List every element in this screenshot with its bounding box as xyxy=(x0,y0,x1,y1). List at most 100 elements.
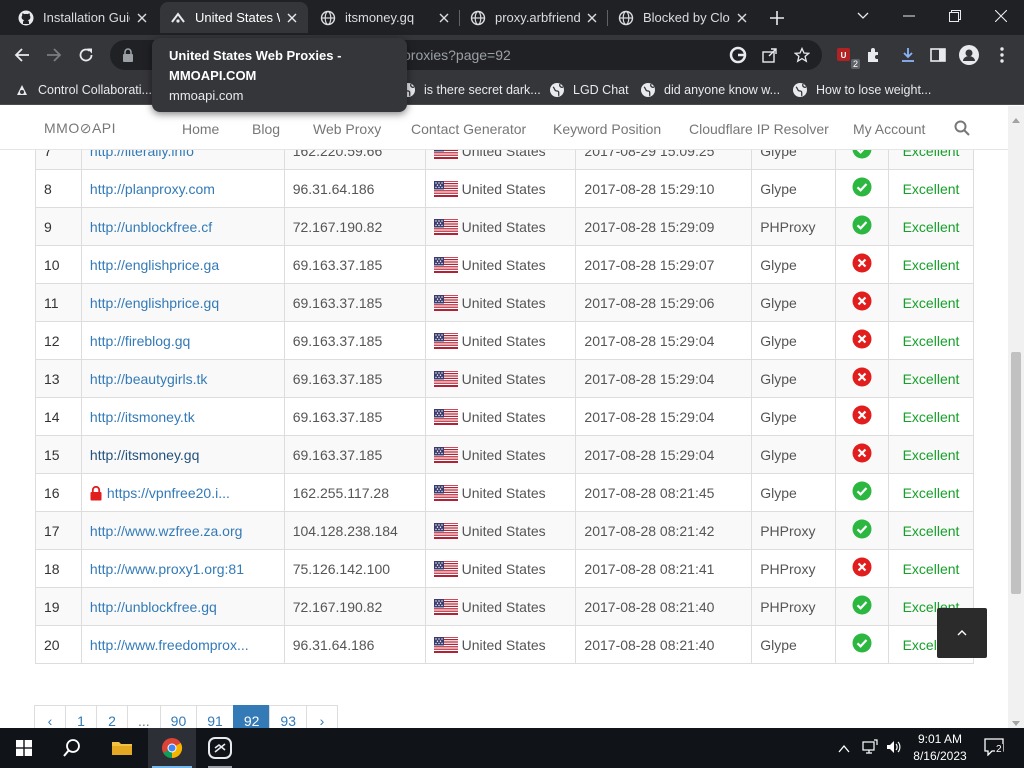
country-cell: United States xyxy=(424,359,577,398)
proxy-url-link[interactable]: http://beautygirls.tk xyxy=(90,371,208,387)
nav-link-keyword-position[interactable]: Keyword Position xyxy=(553,121,661,137)
bookmark-item[interactable]: How to lose weight... xyxy=(792,81,931,99)
date-checked: 2017-08-28 15:29:07 xyxy=(575,245,753,284)
country-name: United States xyxy=(461,332,546,349)
x-circle-icon xyxy=(852,253,872,273)
status-cell xyxy=(835,169,890,208)
tab-blocked-by-cloudflare[interactable]: Blocked by Clou xyxy=(608,2,758,33)
proxy-url-link[interactable]: http://unblockfree.gq xyxy=(90,599,217,615)
bookmark-item[interactable]: LGD Chat xyxy=(549,81,629,99)
proxy-table: 7 http://literally.info 162.220.59.66 Unite… xyxy=(35,131,974,664)
bookmark-item[interactable]: Control Collaborati... xyxy=(14,81,152,99)
row-number: 16 xyxy=(35,473,82,512)
network-icon[interactable] xyxy=(862,739,878,760)
nav-link-my-account[interactable]: My Account xyxy=(853,121,925,137)
extension-icon[interactable]: U 2 xyxy=(830,41,860,69)
tab-search-button[interactable] xyxy=(840,0,886,32)
country-cell: United States xyxy=(424,625,577,664)
notification-center-icon[interactable]: 2 xyxy=(984,738,1004,761)
close-tab-icon[interactable] xyxy=(284,10,300,26)
kebab-menu-icon[interactable] xyxy=(988,41,1016,69)
nav-link-cloudflare-ip-resolver[interactable]: Cloudflare IP Resolver xyxy=(689,121,829,137)
proxy-url-cell: http://unblockfree.cf xyxy=(80,207,285,246)
proxy-url-link[interactable]: http://planproxy.com xyxy=(90,181,215,197)
globe-icon xyxy=(618,10,634,26)
scroll-up-arrow-icon[interactable] xyxy=(1012,110,1020,128)
side-panel-icon[interactable] xyxy=(924,41,952,69)
us-flag-icon xyxy=(433,218,458,235)
restore-button[interactable] xyxy=(932,0,978,32)
chevron-up-icon[interactable] xyxy=(838,740,850,758)
nav-link-home[interactable]: Home xyxy=(182,121,219,137)
tab-installation-guide[interactable]: Installation Guid xyxy=(8,2,158,33)
date-checked: 2017-08-28 15:29:04 xyxy=(575,321,753,360)
rating: Excellent xyxy=(888,245,974,284)
date-checked: 2017-08-28 15:29:04 xyxy=(575,397,753,436)
row-number: 10 xyxy=(35,245,82,284)
site-navbar: MMO⊘API Home Blog Web Proxy Contact Gene… xyxy=(0,106,1008,150)
close-tab-icon[interactable] xyxy=(584,10,600,26)
bookmark-item[interactable]: did anyone know w... xyxy=(640,81,780,99)
tab-title: Blocked by Clou xyxy=(643,10,730,25)
proxy-script: PHProxy xyxy=(751,207,837,246)
row-number: 19 xyxy=(35,587,82,626)
proxy-script: Glype xyxy=(751,435,837,474)
share-icon[interactable] xyxy=(756,41,784,69)
app-taskbar-button[interactable] xyxy=(196,728,244,768)
proxy-url-link[interactable]: http://unblockfree.cf xyxy=(90,219,212,235)
proxy-url-link[interactable]: http://www.proxy1.org:81 xyxy=(90,561,244,577)
start-button[interactable] xyxy=(0,728,48,768)
tab-itsmoney[interactable]: itsmoney.gq xyxy=(310,2,460,33)
app-icon xyxy=(208,737,232,759)
nav-link-blog[interactable]: Blog xyxy=(252,121,280,137)
close-window-button[interactable] xyxy=(978,0,1024,32)
proxy-url-cell: http://englishprice.ga xyxy=(80,245,285,284)
tab-proxy-arbfriend[interactable]: proxy.arbfriend xyxy=(460,2,608,33)
reload-button[interactable] xyxy=(72,41,100,69)
new-tab-button[interactable] xyxy=(765,6,789,30)
status-cell xyxy=(835,321,890,360)
close-tab-icon[interactable] xyxy=(436,10,452,26)
proxy-table-wrapper: 7 http://literally.info 162.220.59.66 Unite… xyxy=(35,131,974,664)
proxy-url-link[interactable]: http://englishprice.gq xyxy=(90,295,219,311)
rating: Excellent xyxy=(888,549,974,588)
back-button[interactable] xyxy=(8,41,36,69)
status-cell xyxy=(835,511,890,550)
proxy-url-link[interactable]: http://itsmoney.gq xyxy=(90,447,199,463)
tab-united-states-web-proxies[interactable]: United States W xyxy=(160,2,308,33)
proxy-url-link[interactable]: http://englishprice.ga xyxy=(90,257,219,273)
scroll-to-top-button[interactable] xyxy=(937,608,987,658)
bookmark-star-icon[interactable] xyxy=(788,41,816,69)
extensions-puzzle-icon[interactable] xyxy=(860,41,888,69)
forward-button[interactable] xyxy=(40,41,68,69)
profile-avatar-icon[interactable] xyxy=(955,41,983,69)
search-icon[interactable] xyxy=(954,120,970,141)
minimize-button[interactable] xyxy=(886,0,932,32)
nav-link-contact-generator[interactable]: Contact Generator xyxy=(411,121,526,137)
proxy-url-link[interactable]: http://itsmoney.tk xyxy=(90,409,195,425)
system-clock[interactable]: 9:01 AM 8/16/2023 xyxy=(912,731,968,765)
close-tab-icon[interactable] xyxy=(734,10,750,26)
proxy-url-link[interactable]: http://fireblog.gq xyxy=(90,333,190,349)
table-row: 14 http://itsmoney.tk 69.163.37.185 United … xyxy=(35,397,974,436)
us-flag-icon xyxy=(433,294,458,311)
search-button[interactable] xyxy=(48,728,96,768)
volume-icon[interactable] xyxy=(886,739,902,760)
google-lens-icon[interactable] xyxy=(724,41,752,69)
url-text: proxies?page=92 xyxy=(403,47,511,63)
site-logo[interactable]: MMO⊘API xyxy=(44,120,116,137)
bookmark-item[interactable]: is there secret dark... xyxy=(400,81,541,99)
download-icon[interactable] xyxy=(894,41,922,69)
proxy-url-link[interactable]: https://vpnfree20.i... xyxy=(107,485,230,501)
proxy-url-link[interactable]: http://www.wzfree.za.org xyxy=(90,523,243,539)
page-scrollbar[interactable] xyxy=(1008,106,1024,728)
file-explorer-button[interactable] xyxy=(98,728,146,768)
chrome-taskbar-button[interactable] xyxy=(148,728,196,768)
notification-count: 2 xyxy=(995,744,1003,755)
scrollbar-thumb[interactable] xyxy=(1011,352,1021,594)
proxy-url-link[interactable]: http://www.freedomprox... xyxy=(90,637,249,653)
x-circle-icon xyxy=(852,329,872,349)
nav-link-web-proxy[interactable]: Web Proxy xyxy=(313,121,381,137)
close-tab-icon[interactable] xyxy=(134,10,150,26)
ip-address: 72.167.190.82 xyxy=(283,207,426,246)
